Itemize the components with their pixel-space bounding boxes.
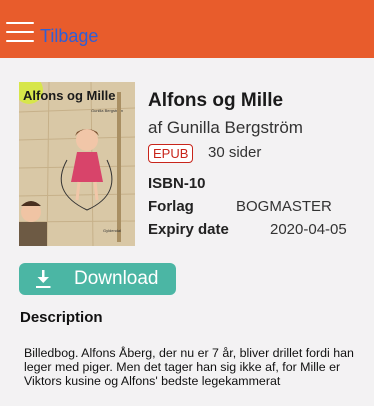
isbn-label: ISBN-10 [148,175,206,192]
publisher-value: BOGMASTER [236,198,332,215]
download-label: Download [74,268,159,289]
publisher-label: Forlag [148,198,194,215]
book-cover-image: Alfons og Mille Gunilla Bergström Gylden… [19,82,135,246]
cover-title-text: Alfons og Mille [23,88,115,103]
back-link[interactable]: Tilbage [40,26,98,47]
cover-publisher-text: Gyldendal [103,228,121,233]
download-arrow-icon [36,270,51,288]
description-heading: Description [20,309,103,326]
top-bar: Tilbage [0,0,374,58]
download-button[interactable]: Download [19,263,176,295]
hamburger-menu-icon[interactable] [6,22,34,42]
format-badge: EPUB [148,144,194,163]
expiry-date-value: 2020-04-05 [270,221,347,238]
book-title: Alfons og Mille [148,90,284,111]
expiry-date-label: Expiry date [148,221,229,238]
description-text: Billedbog. Alfons Åberg, der nu er 7 år,… [24,346,354,388]
page-count: 30 sider [208,144,262,161]
book-author: af Gunilla Bergström [148,118,303,137]
